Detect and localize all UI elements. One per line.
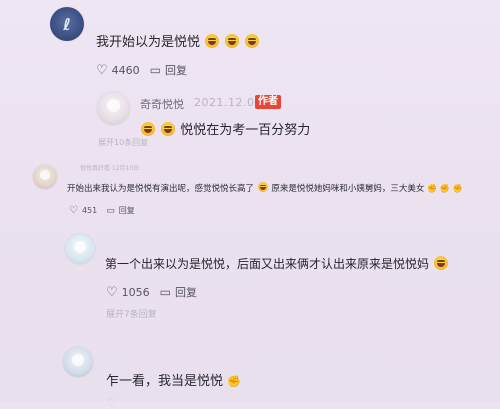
- author-badge: 作者: [255, 95, 281, 109]
- heart-icon[interactable]: ♡: [106, 285, 118, 300]
- expand-replies-link[interactable]: 展开7条回复: [106, 307, 157, 320]
- reply-icon[interactable]: ▭: [160, 285, 171, 299]
- laughing-icon: [433, 256, 448, 270]
- reply-icon[interactable]: ▭: [150, 63, 161, 77]
- comment-text: 开始出来我认为是悦悦有演出呢，感觉悦悦长高了 原来是悦悦她妈咪和小姨舅妈，三大美…: [67, 182, 462, 194]
- laughing-crying-icon: [257, 182, 268, 192]
- comment-text-content-2: 原来是悦悦她妈咪和小姨舅妈，三大美女: [271, 184, 425, 194]
- reply-button[interactable]: 回复: [175, 284, 197, 300]
- comment-text-content: 开始出来我认为是悦悦有演出呢，感觉悦悦长高了: [67, 184, 255, 194]
- comment-actions: ♡ 1056 ▭ 回复: [106, 284, 197, 300]
- like-count: 451: [81, 206, 98, 215]
- comment-actions: ♡ 4460 ▭ 回复: [96, 62, 187, 78]
- heart-icon[interactable]: ♡: [69, 205, 78, 216]
- thumbs-up-icon: ✊: [227, 375, 241, 388]
- avatar-face: [74, 240, 86, 253]
- laughing-crying-icon: [205, 34, 220, 48]
- reply-icon[interactable]: ▭: [106, 206, 115, 216]
- avatar[interactable]: [63, 347, 93, 377]
- comment-actions: ♡ 451 ▭ 回复: [69, 205, 135, 216]
- comment-actions-partial: ♡: [106, 396, 116, 409]
- expand-replies-link[interactable]: 展开10条回复: [98, 137, 148, 148]
- comment-text-content: 悦悦在为考一百分努力: [180, 123, 311, 138]
- laughing-crying-icon: [141, 122, 155, 136]
- comment-text: 乍一看，我当是悦悦 ✊: [106, 370, 241, 389]
- like-count: 4460: [111, 63, 140, 77]
- heart-icon[interactable]: ♡: [106, 396, 116, 409]
- reply-button[interactable]: 回复: [165, 62, 187, 78]
- avatar-glyph: ℓ: [63, 14, 71, 34]
- reply-button[interactable]: 回复: [119, 205, 135, 216]
- avatar-face: [72, 353, 84, 366]
- comment-date: 2021.12.09: [194, 96, 262, 109]
- comment-text-content: 乍一看，我当是悦悦: [106, 374, 224, 389]
- heart-icon[interactable]: ♡: [96, 63, 108, 78]
- laughing-crying-icon: [225, 34, 240, 48]
- comment-text: 第一个出来以为是悦悦，后面又出来俩才认出来原来是悦悦妈: [105, 255, 449, 272]
- avatar[interactable]: [97, 92, 130, 125]
- comment-header-faint: 悦悦真好看 12月10日: [80, 165, 140, 172]
- avatar-face: [40, 170, 50, 180]
- thumbs-up-icon: ✊: [452, 184, 463, 193]
- avatar[interactable]: [33, 165, 57, 189]
- avatar[interactable]: ℓ: [50, 7, 84, 41]
- comment-text: 我开始以为是悦悦: [96, 31, 260, 50]
- laughing-crying-icon: [161, 122, 176, 136]
- thumbs-up-icon: ✊: [427, 184, 438, 193]
- comment-text-content: 第一个出来以为是悦悦，后面又出来俩才认出来原来是悦悦妈: [105, 257, 430, 271]
- laughing-crying-icon: [245, 34, 260, 48]
- comments-screen: ℓ 我开始以为是悦悦 ♡ 4460 ▭ 回复 奇奇悦悦 2021.12.09 作…: [0, 0, 500, 409]
- like-count: 1056: [121, 285, 150, 299]
- comment-text-content: 我开始以为是悦悦: [96, 35, 201, 50]
- avatar-face: [106, 99, 121, 113]
- comment-text: 悦悦在为考一百分努力: [140, 119, 310, 138]
- avatar[interactable]: [65, 234, 95, 264]
- author-name[interactable]: 奇奇悦悦: [140, 96, 184, 112]
- thumbs-up-icon: ✊: [439, 184, 450, 193]
